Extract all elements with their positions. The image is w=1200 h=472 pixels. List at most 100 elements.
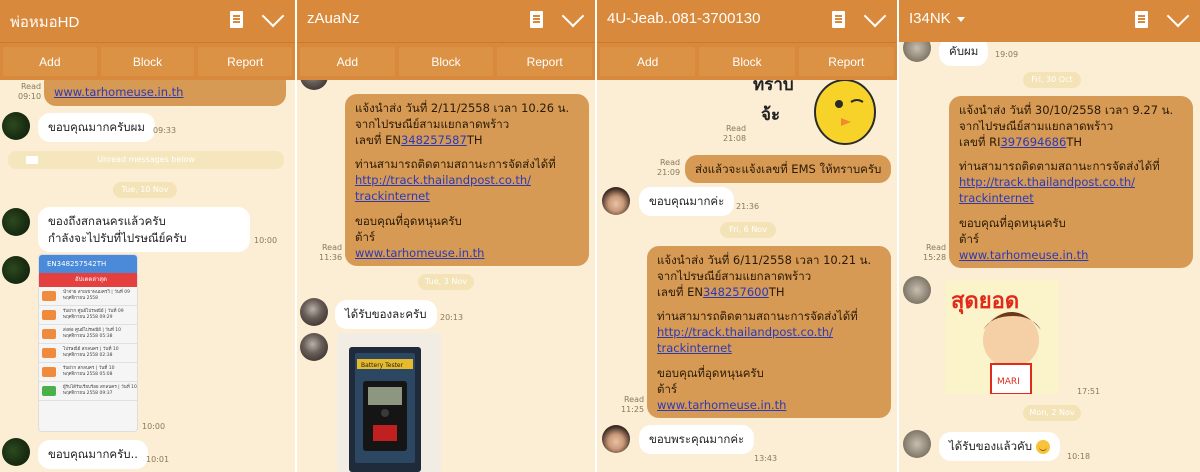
chat-title[interactable]: 4U-Jeab..081-3700130 (607, 10, 760, 27)
message-time: 10:01 (146, 455, 170, 464)
tracking-site-link[interactable]: trackinternet (959, 190, 1183, 206)
report-button[interactable]: Report (198, 47, 293, 76)
message-time: 10:00 (142, 422, 166, 431)
tracking-row: ผู้รับได้รับเรียบร้อย สกลนคร | วันที่ 10… (39, 382, 137, 401)
congrats-sticker-art: สุดยอด MARI (945, 280, 1059, 394)
date-separator: Tue, 10 Nov (113, 182, 177, 198)
contact-avatar[interactable] (300, 333, 328, 361)
date-separator: Fri, 6 Nov (720, 222, 776, 238)
tracking-site-link[interactable]: http://track.thailandpost.co.th/ (959, 174, 1183, 190)
battery-tester-photo: Battery Tester (337, 333, 441, 472)
block-button[interactable]: Block (100, 47, 195, 76)
message-time: 19:09 (995, 50, 1019, 59)
outgoing-message: แจ้งนำส่ง วันที่ 2/11/2558 เวลา 10.26 น.… (345, 94, 589, 266)
chat-title[interactable]: พ่อหมอHD (10, 10, 79, 34)
add-button[interactable]: Add (3, 47, 97, 76)
outgoing-message: แจ้งนำส่ง วันที่ 6/11/2558 เวลา 10.21 น.… (647, 246, 891, 418)
tracking-row: ไปรษณีย์ สกลนคร | วันที่ 10 พฤศจิกายน 25… (39, 344, 137, 363)
link-tarhomeuse[interactable]: www.tarhomeuse.in.th (959, 247, 1183, 263)
incoming-message: ได้รับของละครับ (335, 300, 437, 329)
message-time: 10:18 (1067, 452, 1091, 461)
truck-icon (42, 367, 56, 377)
contact-avatar[interactable] (2, 256, 30, 284)
chat-title[interactable]: zAuaNz (307, 10, 360, 27)
chevron-down-icon[interactable] (261, 4, 285, 28)
action-bar: Add Block Report (597, 42, 897, 80)
date-separator: Fri, 30 Oct (1023, 72, 1081, 88)
incoming-message: ขอบพระคุณมากค่ะ (639, 425, 755, 454)
date-separator: Mon, 2 Nov (1023, 405, 1081, 421)
block-button[interactable]: Block (398, 47, 494, 76)
tracking-number-link[interactable]: 348257587 (401, 133, 467, 147)
tracking-row: รับฝาก ศูนย์ไปรษณีย์ | วันที่ 09 พฤศจิกา… (39, 306, 137, 325)
add-button[interactable]: Add (300, 47, 395, 76)
contact-avatar[interactable] (2, 438, 30, 466)
outgoing-message: แจ้งนำส่ง วันที่ 30/10/2558 เวลา 9.27 น.… (949, 96, 1193, 268)
add-button[interactable]: Add (600, 47, 696, 76)
sticker-brand: MARI (997, 377, 1020, 387)
chat-panel-3: ทราบ จ้ะ Read 21:08 ส่งแล้วจะแจ้งเลขที่ E… (597, 0, 897, 472)
action-bar: Add Block Report (297, 42, 595, 80)
contact-avatar[interactable] (903, 276, 931, 304)
report-button[interactable]: Report (497, 47, 593, 76)
dropdown-triangle-icon[interactable] (956, 16, 965, 22)
truck-icon (42, 329, 56, 339)
contact-avatar[interactable] (2, 208, 30, 236)
report-button[interactable]: Report (798, 47, 894, 76)
smile-emoji-icon (1036, 439, 1051, 454)
tracking-site-link[interactable]: trackinternet (355, 188, 579, 204)
link-tarhomeuse[interactable]: www.tarhomeuse.in.th (657, 397, 881, 413)
tracking-number-link[interactable]: 397694686 (1000, 135, 1066, 149)
chick-sticker[interactable]: ทราบ จ้ะ (747, 70, 877, 146)
tracking-row: ส่งต่อ ศูนย์ไปรษณีย์ | วันที่ 10 พฤศจิกา… (39, 325, 137, 344)
chat-title[interactable]: I34NK (909, 10, 965, 27)
tracking-number-link[interactable]: 348257600 (703, 285, 769, 299)
sticker-text: จ้ะ (761, 105, 780, 125)
incoming-message: ขอบคุณมากครับ.. (38, 440, 148, 469)
tracking-site-link[interactable]: http://track.thailandpost.co.th/ (355, 172, 579, 188)
truck-icon (42, 291, 56, 301)
chevron-down-icon[interactable] (561, 4, 585, 28)
truck-icon (42, 348, 56, 358)
read-receipt: Read 15:28 (923, 243, 947, 262)
notes-icon[interactable] (530, 11, 543, 28)
notes-icon[interactable] (230, 11, 243, 28)
read-receipt: Read 11:25 (621, 395, 645, 414)
chevron-down-icon[interactable] (863, 4, 887, 28)
message-time: 13:43 (754, 454, 778, 463)
notes-icon[interactable] (1135, 11, 1148, 28)
shared-screenshot-image[interactable]: EN348257542TH อัปเดตล่าสุด นำจ่าย สายเขา… (38, 254, 138, 432)
screenshot-tab: อัปเดตล่าสุด (39, 273, 137, 287)
link-tarhomeuse[interactable]: www.tarhomeuse.in.th (355, 245, 579, 261)
screenshot-header: EN348257542TH (39, 255, 137, 273)
notes-icon[interactable] (832, 11, 845, 28)
link-tarhomeuse[interactable]: www.tarhomeuse.in.th (54, 85, 183, 99)
incoming-message: ได้รับของแล้วคับ (939, 432, 1061, 461)
chat-panel-1: www.tarhomeuse.in.th Read 09:10 ขอบคุณมาก… (0, 0, 295, 472)
date-separator: Tue, 3 Nov (418, 274, 474, 290)
chevron-down-icon[interactable] (1166, 4, 1190, 28)
chat-panel-4: คับผม 19:09 Fri, 30 Oct แจ้งนำส่ง วันที่… (899, 0, 1200, 472)
contact-avatar[interactable] (602, 187, 630, 215)
message-time: 21:36 (736, 202, 760, 211)
product-label: Battery Tester (361, 362, 404, 369)
contact-avatar[interactable] (903, 430, 931, 458)
contact-avatar[interactable] (2, 112, 30, 140)
contact-avatar[interactable] (602, 425, 630, 453)
truck-icon (42, 310, 56, 320)
block-button[interactable]: Block (699, 47, 795, 76)
message-time: 20:13 (440, 313, 464, 322)
chat-header: 4U-Jeab..081-3700130 (597, 0, 897, 42)
tracking-site-link[interactable]: http://track.thailandpost.co.th/ (657, 324, 881, 340)
congrats-sticker[interactable]: สุดยอด MARI (945, 280, 1059, 394)
message-time: 17:51 (1077, 387, 1101, 396)
read-receipt: Read 11:36 (319, 243, 343, 262)
shared-product-photo[interactable]: Battery Tester (337, 333, 441, 472)
screenshot-collage: www.tarhomeuse.in.th Read 09:10 ขอบคุณมาก… (0, 0, 1200, 472)
tracking-site-link[interactable]: trackinternet (657, 340, 881, 356)
unread-tag-icon (26, 156, 38, 164)
message-time: 09:33 (153, 126, 177, 135)
action-bar: Add Block Report (0, 42, 295, 80)
contact-avatar[interactable] (300, 298, 328, 326)
tracking-row: นำจ่าย สายเขาพนมครวิ | วันที่ 09 พฤศจิกา… (39, 287, 137, 306)
